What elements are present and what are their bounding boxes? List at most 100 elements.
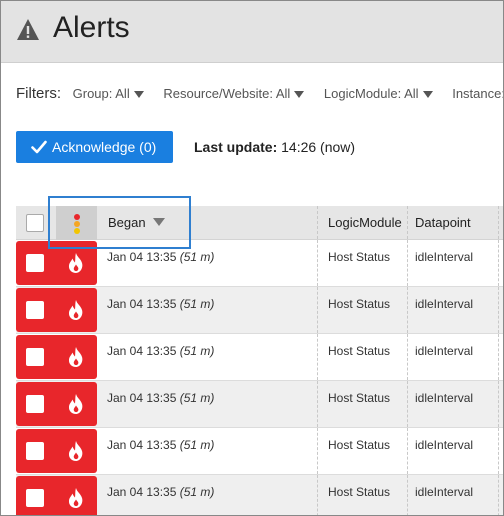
datapoint-cell: idleInterval: [415, 485, 474, 499]
datapoint-cell: idleInterval: [415, 297, 474, 311]
fire-icon: [68, 300, 83, 320]
column-divider: [317, 381, 318, 427]
filter-logicmodule[interactable]: LogicModule: All: [324, 86, 433, 101]
column-divider: [407, 287, 408, 333]
last-update-label: Last update:: [194, 139, 278, 155]
began-duration: (51 m): [179, 391, 215, 405]
acknowledge-button-label: Acknowledge (0): [52, 139, 157, 155]
logicmodule-cell: Host Status: [328, 438, 391, 452]
began-duration: (51 m): [179, 438, 215, 452]
dropdown-arrow-icon: [422, 91, 433, 99]
table-body: Jan 04 13:35 (51 m) Host Status idleInte…: [16, 240, 503, 515]
column-divider: [407, 240, 408, 286]
began-date: Jan 04 13:35: [107, 250, 180, 264]
highlight-box: [48, 196, 191, 249]
row-checkbox[interactable]: [26, 442, 44, 460]
began-date: Jan 04 13:35: [107, 485, 180, 499]
fire-icon: [68, 253, 83, 273]
critical-severity-cell: [16, 476, 97, 515]
filter-resource-website-label: Resource/Website: All: [163, 86, 291, 102]
column-divider: [407, 381, 408, 427]
row-checkbox[interactable]: [26, 254, 44, 272]
began-cell: Jan 04 13:35 (51 m): [107, 344, 214, 358]
column-divider: [498, 334, 499, 380]
column-divider: [498, 206, 499, 239]
acknowledge-button[interactable]: Acknowledge (0): [16, 131, 173, 163]
table-row[interactable]: Jan 04 13:35 (51 m) Host Status idleInte…: [16, 334, 503, 381]
table-row[interactable]: Jan 04 13:35 (51 m) Host Status idleInte…: [16, 428, 503, 475]
began-cell: Jan 04 13:35 (51 m): [107, 297, 214, 311]
column-divider: [498, 240, 499, 286]
column-divider: [407, 475, 408, 515]
alerts-page: Alerts Filters: Group: All Resource/Webs…: [0, 0, 504, 516]
filter-instance-label: Instance:: [452, 86, 504, 102]
began-duration: (51 m): [179, 297, 215, 311]
logicmodule-cell: Host Status: [328, 344, 391, 358]
table-row[interactable]: Jan 04 13:35 (51 m) Host Status idleInte…: [16, 381, 503, 428]
table-row[interactable]: Jan 04 13:35 (51 m) Host Status idleInte…: [16, 287, 503, 334]
filter-bar: Filters: Group: All Resource/Website: Al…: [16, 85, 504, 105]
datapoint-cell: idleInterval: [415, 344, 474, 358]
critical-severity-cell: [16, 382, 97, 426]
page-header: Alerts: [1, 1, 503, 63]
critical-severity-cell: [16, 429, 97, 473]
column-divider: [317, 287, 318, 333]
began-date: Jan 04 13:35: [107, 297, 180, 311]
fire-icon: [68, 441, 83, 461]
column-divider: [317, 428, 318, 474]
column-divider: [498, 428, 499, 474]
began-date: Jan 04 13:35: [107, 344, 180, 358]
row-checkbox[interactable]: [26, 395, 44, 413]
began-cell: Jan 04 13:35 (51 m): [107, 438, 214, 452]
logicmodule-cell: Host Status: [328, 297, 391, 311]
column-divider: [498, 287, 499, 333]
filter-group-label: Group: All: [72, 86, 130, 102]
last-update-value: 14:26 (now): [277, 139, 356, 155]
logicmodule-column-header[interactable]: LogicModule: [328, 215, 402, 230]
began-duration: (51 m): [179, 250, 215, 264]
column-divider: [407, 428, 408, 474]
column-divider: [407, 206, 408, 239]
checkmark-icon: [31, 140, 47, 154]
fire-icon: [68, 394, 83, 414]
datapoint-column-header[interactable]: Datapoint: [415, 215, 471, 230]
select-all-checkbox[interactable]: [26, 214, 44, 232]
column-divider: [407, 334, 408, 380]
row-checkbox[interactable]: [26, 348, 44, 366]
column-divider: [317, 240, 318, 286]
logicmodule-cell: Host Status: [328, 391, 391, 405]
row-checkbox[interactable]: [26, 301, 44, 319]
datapoint-cell: idleInterval: [415, 391, 474, 405]
filter-group[interactable]: Group: All: [73, 86, 144, 101]
filters-label: Filters:: [16, 85, 61, 103]
alerts-table: Began LogicModule Datapoint Jan 04 13:35…: [16, 206, 503, 515]
logicmodule-cell: Host Status: [328, 485, 391, 499]
filter-logicmodule-label: LogicModule: All: [323, 86, 419, 102]
dropdown-arrow-icon: [133, 91, 144, 99]
column-divider: [317, 206, 318, 239]
began-duration: (51 m): [179, 344, 215, 358]
began-cell: Jan 04 13:35 (51 m): [107, 250, 214, 264]
column-divider: [317, 334, 318, 380]
datapoint-cell: idleInterval: [415, 438, 474, 452]
row-checkbox[interactable]: [26, 489, 44, 507]
logicmodule-cell: Host Status: [328, 250, 391, 264]
began-date: Jan 04 13:35: [107, 438, 180, 452]
critical-severity-cell: [16, 335, 97, 379]
table-row[interactable]: Jan 04 13:35 (51 m) Host Status idleInte…: [16, 475, 503, 515]
warning-icon: [17, 19, 39, 40]
dropdown-arrow-icon: [294, 91, 305, 99]
filter-instance[interactable]: Instance:: [452, 86, 504, 102]
filter-resource-website[interactable]: Resource/Website: All: [163, 86, 305, 102]
fire-icon: [68, 347, 83, 367]
datapoint-cell: idleInterval: [415, 250, 474, 264]
column-divider: [498, 381, 499, 427]
page-title: Alerts: [53, 11, 130, 44]
began-duration: (51 m): [179, 485, 215, 499]
column-divider: [498, 475, 499, 515]
began-date: Jan 04 13:35: [107, 391, 180, 405]
began-cell: Jan 04 13:35 (51 m): [107, 485, 214, 499]
began-cell: Jan 04 13:35 (51 m): [107, 391, 214, 405]
column-divider: [317, 475, 318, 515]
fire-icon: [68, 488, 83, 508]
